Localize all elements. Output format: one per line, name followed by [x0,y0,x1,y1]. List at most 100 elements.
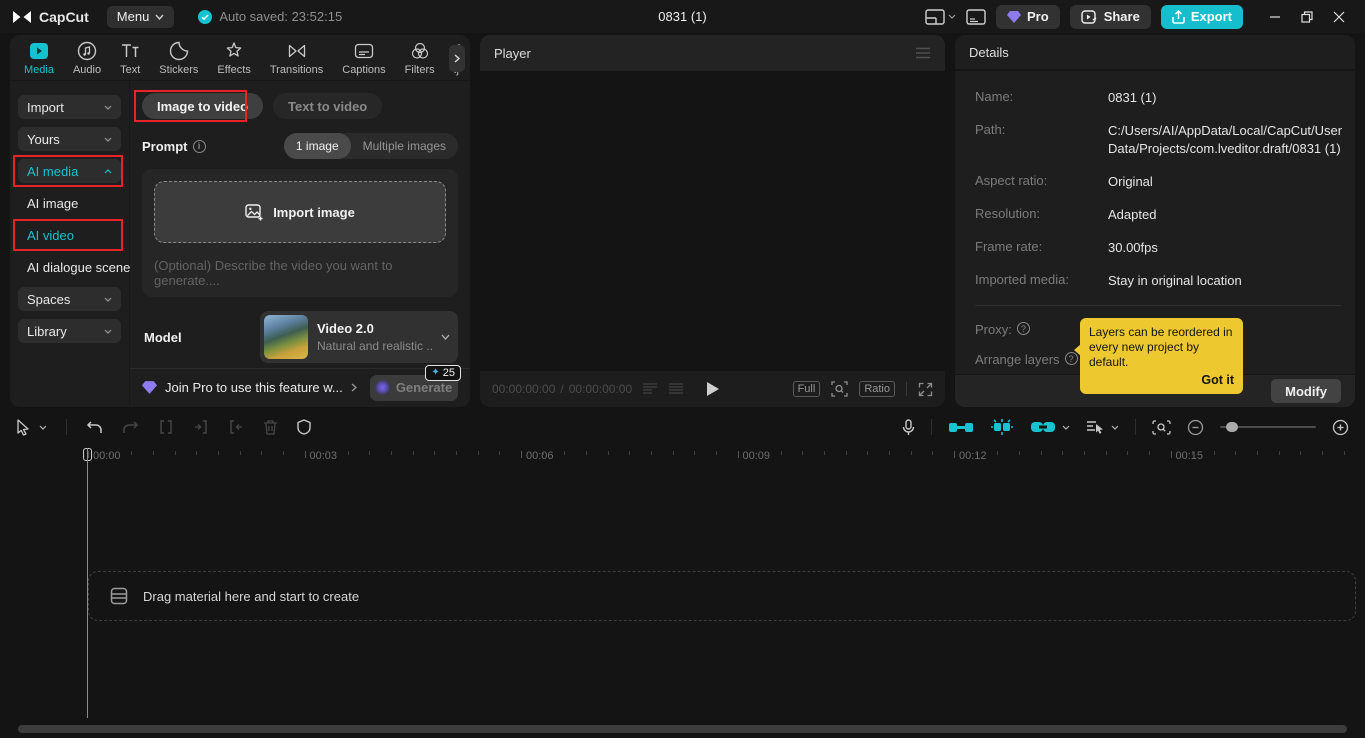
help-icon[interactable]: ? [1016,322,1030,335]
model-name: Video 2.0 [317,321,374,336]
player-title: Player [494,45,531,61]
toggle-multiple-images[interactable]: Multiple images [351,133,458,159]
modify-button[interactable]: Modify [1271,379,1341,403]
sidebar-item-ai-image[interactable]: AI image [18,191,121,215]
import-image-button[interactable]: Import image [154,181,446,243]
redo-icon[interactable] [122,420,139,435]
sidebar-item-library[interactable]: Library [18,319,121,343]
total-time: 00:00:00:00 [568,382,633,396]
autosave-status: Auto saved: 23:52:15 [198,9,342,24]
chevron-down-icon [441,334,450,340]
full-button[interactable]: Full [792,381,821,397]
undo-icon[interactable] [86,420,103,435]
zoom-in-icon[interactable] [1332,419,1349,436]
player-viewport[interactable] [480,71,945,371]
timeline-zoom-slider[interactable] [1220,422,1316,432]
ruler-tick [369,451,371,455]
sidebar-item-ai-dialogue-scene[interactable]: AI dialogue scene [18,255,130,279]
share-button[interactable]: Share [1069,4,1151,29]
preview-zoom-icon[interactable] [1152,419,1171,435]
clip-select-mode-icon[interactable] [1086,419,1119,435]
credit-cost-badge: ✦ 25 [425,364,461,381]
zoom-out-icon[interactable] [1187,419,1204,436]
join-pro-link[interactable]: Join Pro to use this feature w... [165,380,343,395]
tab-label: Image to video [157,98,249,114]
delete-right-icon[interactable] [228,419,244,435]
sidebar-item-yours[interactable]: Yours [18,127,121,151]
chevron-down-icon [104,329,112,334]
slider-handle[interactable] [1226,422,1238,432]
ruler-tick [196,451,198,455]
player-menu-icon[interactable] [915,47,931,59]
menu-button[interactable]: Menu [106,5,175,28]
close-button[interactable] [1325,5,1353,29]
linkage-icon[interactable] [1030,420,1070,434]
ruler-tick [1040,451,1042,455]
tab-transitions[interactable]: Transitions [270,41,323,76]
sidebar-item-spaces[interactable]: Spaces [18,287,121,311]
tab-image-to-video[interactable]: Image to video [142,93,264,119]
maximize-button[interactable] [1293,5,1321,29]
sidebar-item-import[interactable]: Import [18,95,121,119]
toggle-one-image[interactable]: 1 image [283,133,351,159]
export-button[interactable]: Export [1160,4,1243,29]
ruler-label: 00:09 [742,450,771,462]
timeline-dropzone[interactable]: Drag material here and start to create [88,571,1356,621]
sidebar-item-ai-video[interactable]: AI video [18,223,121,247]
delete-icon[interactable] [263,419,278,435]
tab-audio[interactable]: Audio [73,41,101,76]
ruler-tick [456,451,458,455]
main-track-magnet-icon[interactable] [948,419,974,436]
ratio-button[interactable]: Ratio [859,381,895,397]
topbar: CapCut Menu Auto saved: 23:52:15 0831 (1… [0,0,1365,33]
tab-media[interactable]: Media [24,41,54,76]
got-it-button[interactable]: Got it [1089,373,1234,388]
zoom-to-fit-icon[interactable] [831,381,848,397]
delete-left-icon[interactable] [193,419,209,435]
grid-preview-icon[interactable] [668,382,684,396]
tab-text[interactable]: Text [120,41,140,76]
tab-captions[interactable]: Captions [342,41,386,76]
effects-icon [224,41,244,61]
timecode: 00:00:00:00 / 00:00:00:00 [492,382,633,396]
split-icon[interactable] [158,419,174,435]
play-button[interactable] [706,381,720,397]
ruler-tick [1062,451,1064,455]
logo-text: CapCut [39,8,89,25]
pro-diamond-icon [1007,10,1022,23]
tab-stickers[interactable]: Stickers [159,41,198,76]
ruler-tick [932,451,934,455]
ruler-tick [391,451,393,455]
ruler-tick [997,451,999,455]
tabstrip-expand-button[interactable] [449,45,465,72]
tab-text-to-video[interactable]: Text to video [273,93,383,119]
ruler-tick [1148,451,1150,455]
chevron-down-icon [155,14,164,20]
pro-button[interactable]: Pro [996,4,1060,29]
details-panel: Details Name: 0831 (1) Path: C:/Users/AI… [955,35,1355,407]
ruler-tick [954,451,955,458]
sidebar-item-ai-media[interactable]: AI media [18,159,121,183]
layout-switch-icon[interactable] [925,8,956,25]
timeline-ruler[interactable]: 00:00 00:03 00:06 00:09 00:12 00:15 [0,447,1365,467]
minimize-button[interactable] [1261,5,1289,29]
ruler-tick [1235,451,1237,455]
prompt-box[interactable]: Import image (Optional) Describe the vid… [142,169,458,297]
timeline-scrollbar[interactable] [18,725,1347,733]
info-icon[interactable]: i [192,139,206,153]
select-tool-icon[interactable] [16,418,47,436]
tab-label: Text to video [288,98,368,114]
auto-snap-icon[interactable] [990,418,1014,436]
sidebar-label: Import [27,99,64,115]
chevron-right-icon[interactable] [351,383,357,392]
mirror-preview-icon[interactable] [642,382,658,396]
model-selector[interactable]: Video 2.0 Natural and realistic ... [260,311,458,363]
tab-filters[interactable]: Filters [405,41,435,76]
tab-effects[interactable]: Effects [217,41,251,76]
tab-label: Filters [404,64,435,76]
record-voiceover-icon[interactable] [902,418,915,436]
panel-toggle-icon[interactable] [966,8,986,25]
fullscreen-icon[interactable] [918,382,933,397]
mask-icon[interactable] [297,419,311,435]
ruler-label: 00:12 [959,450,987,462]
